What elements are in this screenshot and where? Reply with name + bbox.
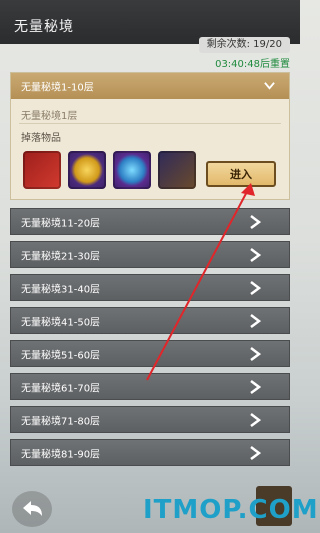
page-title: 无量秘境	[14, 19, 74, 35]
chevron-right-icon	[250, 314, 261, 328]
chevron-right-icon	[250, 446, 261, 460]
list-item[interactable]: 无量秘境81-90层	[10, 439, 290, 466]
back-arrow-icon	[23, 501, 42, 516]
chevron-right-icon	[250, 380, 261, 394]
list-item-label: 无量秘境31-40层	[21, 284, 101, 296]
list-item-label: 无量秘境81-90层	[21, 449, 101, 461]
reset-timer: 03:40:48后重置	[215, 59, 290, 70]
chevron-right-icon	[250, 413, 261, 427]
floor-label: 无量秘境1层	[21, 111, 78, 122]
chevron-right-icon	[250, 215, 261, 229]
list-item[interactable]: 无量秘境31-40层	[10, 274, 290, 301]
chevron-down-icon[interactable]	[264, 80, 275, 91]
chevron-right-icon	[250, 248, 261, 262]
list-item-label: 无量秘境71-80层	[21, 416, 101, 428]
list-item-label: 无量秘境51-60层	[21, 350, 101, 362]
list-item[interactable]: 无量秘境71-80层	[10, 406, 290, 433]
remaining-count: 剩余次数: 19/20	[198, 37, 290, 53]
list-item[interactable]: 无量秘境41-50层	[10, 307, 290, 334]
back-button[interactable]	[12, 491, 52, 527]
crystal-orb-item-icon[interactable]	[113, 151, 151, 189]
list-item[interactable]: 无量秘境61-70层	[10, 373, 290, 400]
gold-orb-item-icon[interactable]	[68, 151, 106, 189]
expanded-panel: 无量秘境1-10层 无量秘境1层 掉落物品 进入	[10, 72, 290, 200]
list-item[interactable]: 无量秘境21-30层	[10, 241, 290, 268]
list-item[interactable]: 无量秘境11-20层	[10, 208, 290, 235]
panel-header[interactable]: 无量秘境1-10层	[11, 73, 289, 99]
list-item-label: 无量秘境11-20层	[21, 218, 101, 230]
list-item-label: 无量秘境21-30层	[21, 251, 101, 263]
drops-label: 掉落物品	[21, 133, 61, 144]
divider	[19, 123, 281, 124]
list-item[interactable]: 无量秘境51-60层	[10, 340, 290, 367]
panel-header-label: 无量秘境1-10层	[21, 82, 94, 94]
scroll-item-icon[interactable]	[158, 151, 196, 189]
enter-button[interactable]: 进入	[206, 161, 276, 187]
chevron-right-icon	[250, 347, 261, 361]
book-item-icon[interactable]	[23, 151, 61, 189]
chevron-right-icon	[250, 281, 261, 295]
list-item-label: 无量秘境41-50层	[21, 317, 101, 329]
list-item-label: 无量秘境61-70层	[21, 383, 101, 395]
watermark: ITMOP.COM	[143, 495, 319, 525]
